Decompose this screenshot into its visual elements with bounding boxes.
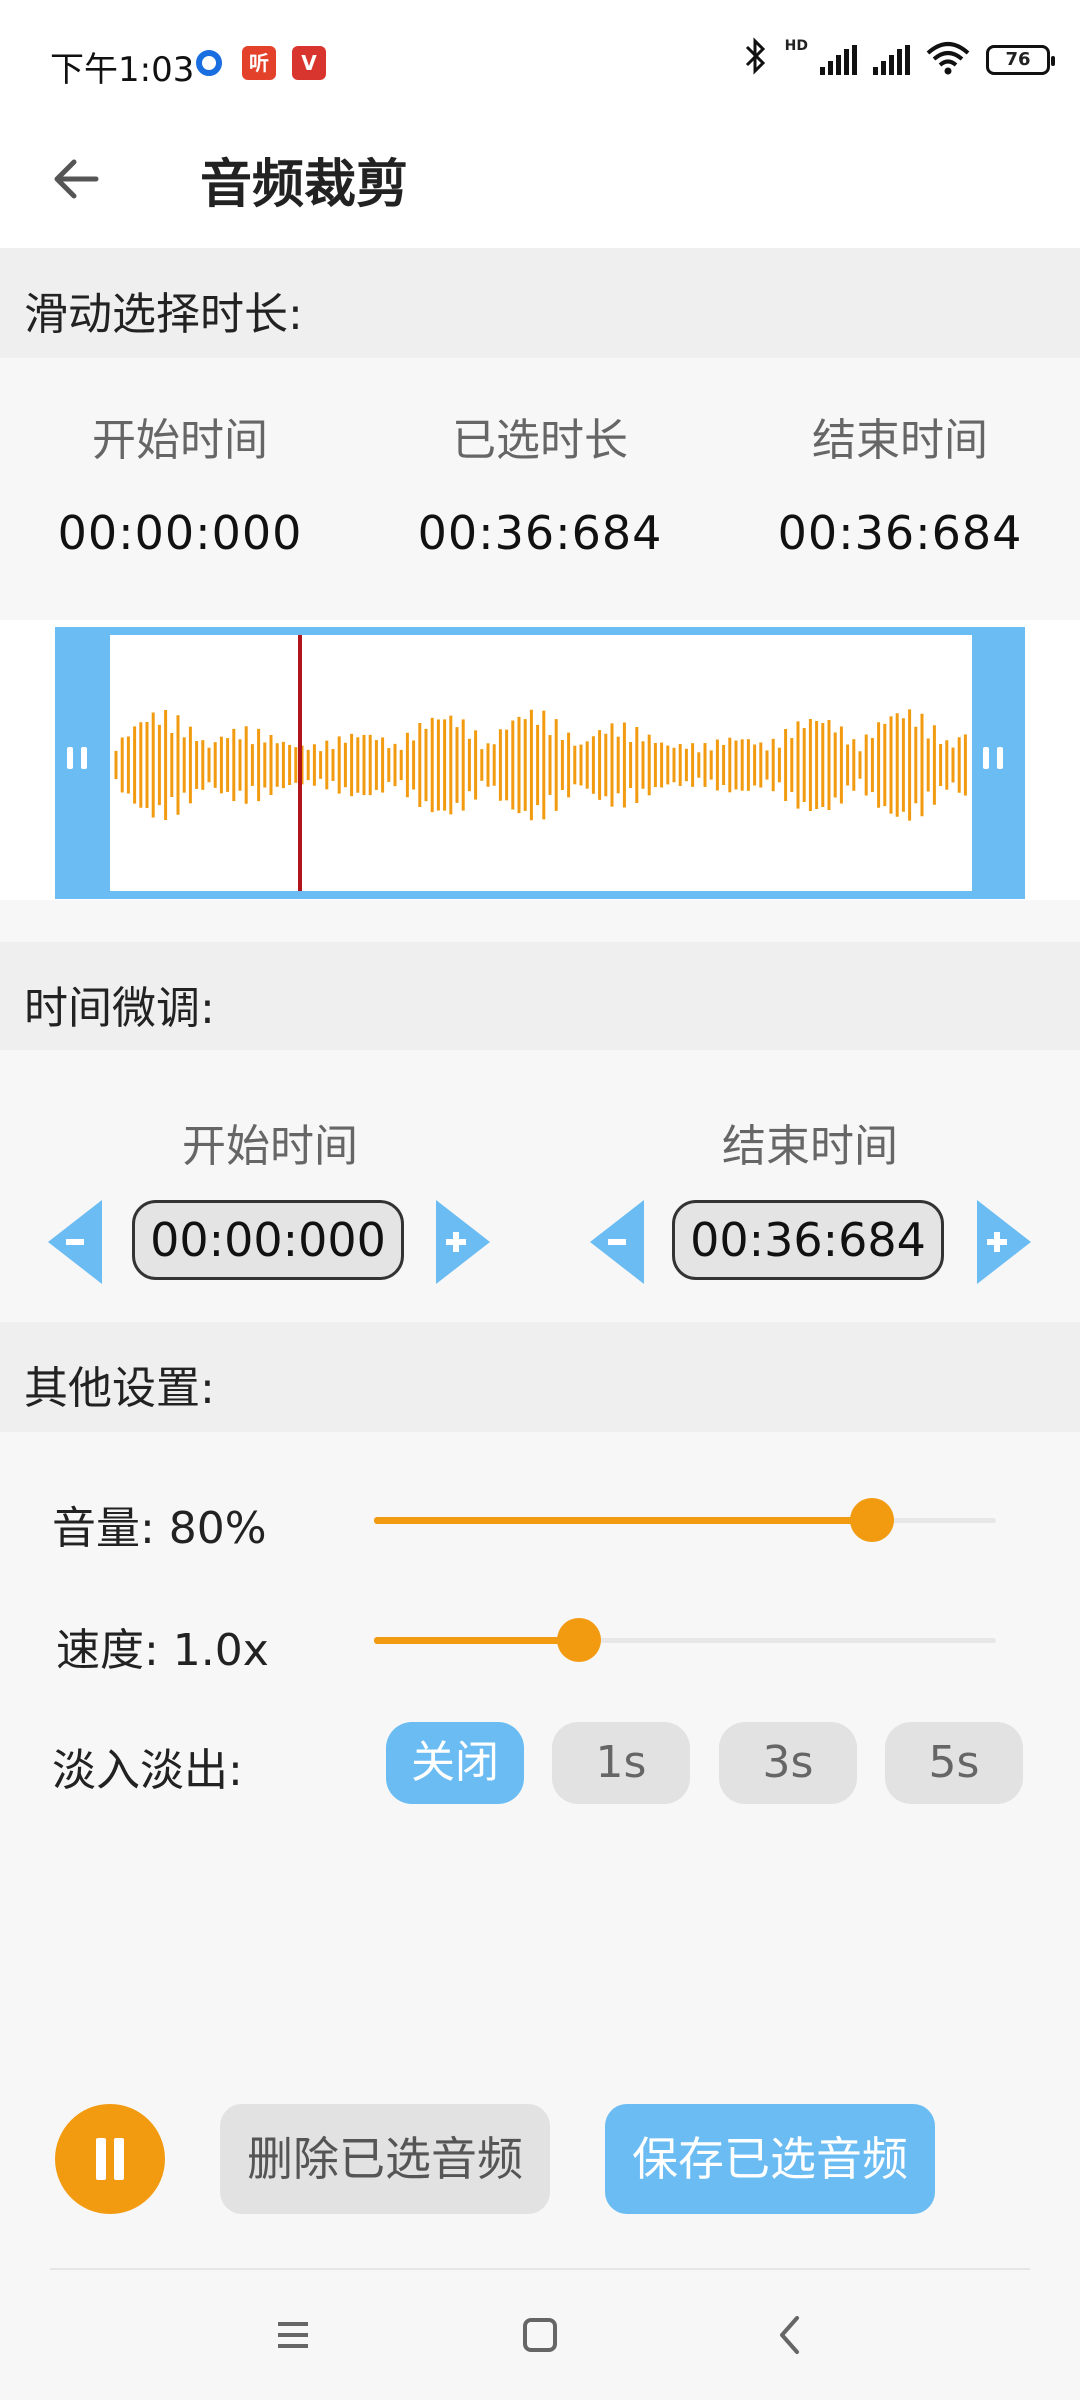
fade-option-5s[interactable]: 5s (885, 1722, 1023, 1804)
fade-option-off[interactable]: 关闭 (386, 1722, 524, 1804)
start-decrease-button[interactable] (48, 1200, 102, 1284)
wifi-icon (926, 41, 970, 79)
finetune-row: 开始时间 结束时间 00:00:000 00:36:684 (0, 1050, 1080, 1320)
square-icon[interactable] (515, 2310, 565, 2360)
right-handle-grip[interactable] (983, 747, 1003, 769)
system-nav-bar (0, 2270, 1080, 2400)
left-handle-grip[interactable] (67, 747, 87, 769)
speed-slider-knob[interactable] (557, 1618, 602, 1662)
status-time: 下午1:03 (50, 50, 195, 90)
end-increase-button[interactable] (977, 1200, 1031, 1284)
selected-duration-label: 已选时长 (452, 415, 628, 466)
waveform-graphic (114, 635, 967, 891)
app-header: 音频裁剪 (0, 120, 1080, 248)
section-range-title: 滑动选择时长: (24, 289, 303, 340)
page-title: 音频裁剪 (200, 155, 409, 215)
waveform-selection-frame[interactable] (55, 627, 1025, 899)
arrow-left-icon[interactable] (44, 144, 114, 214)
volume-slider-fill (374, 1517, 872, 1524)
section-finetune-header: 时间微调: (0, 942, 1080, 1052)
volume-slider-knob[interactable] (849, 1498, 894, 1542)
waveform-panel (0, 620, 1080, 900)
time-summary-row: 开始时间 00:00:000 已选时长 00:36:684 结束时间 00:36… (0, 360, 1080, 620)
selected-duration-value: 00:36:684 (417, 506, 663, 560)
speed-label: 速度: 1.0x (56, 1625, 269, 1676)
end-time-label: 结束时间 (812, 415, 988, 466)
section-other-header: 其他设置: (0, 1322, 1080, 1432)
section-range-header: 滑动选择时长: (0, 248, 1080, 358)
save-selected-button[interactable]: 保存已选音频 (605, 2104, 935, 2214)
battery-icon: 76 (986, 45, 1055, 75)
end-decrease-button[interactable] (590, 1200, 644, 1284)
fade-label: 淡入淡出: (52, 1745, 243, 1796)
end-time-summary: 结束时间 00:36:684 (720, 360, 1080, 560)
end-time-field[interactable]: 00:36:684 (672, 1200, 944, 1280)
signal-icon-2 (873, 45, 910, 75)
start-time-summary: 开始时间 00:00:000 (0, 360, 360, 560)
start-time-label: 开始时间 (92, 415, 268, 466)
finetune-start-label: 开始时间 (182, 1121, 358, 1172)
start-time-value: 00:00:000 (57, 506, 303, 560)
end-time-value: 00:36:684 (777, 506, 1023, 560)
menu-icon[interactable] (268, 2310, 318, 2360)
fade-option-3s[interactable]: 3s (719, 1722, 857, 1804)
chevron-left-icon[interactable] (766, 2310, 816, 2360)
pause-button[interactable] (55, 2104, 165, 2214)
status-bar: 下午1:03 听 V HD 76 (0, 0, 1080, 120)
selected-duration-summary: 已选时长 00:36:684 (360, 360, 720, 560)
waveform-area[interactable] (110, 635, 972, 891)
ting-app-icon: 听 (242, 46, 276, 80)
bluetooth-icon (743, 36, 769, 84)
finetune-end-label: 结束时间 (722, 1121, 898, 1172)
hd-label: HD (784, 38, 808, 54)
volume-label: 音量: 80% (52, 1503, 267, 1554)
fade-option-1s[interactable]: 1s (552, 1722, 690, 1804)
speed-slider-fill (374, 1637, 580, 1644)
signal-icon (820, 45, 857, 75)
start-increase-button[interactable] (436, 1200, 490, 1284)
delete-selected-button[interactable]: 删除已选音频 (220, 2104, 550, 2214)
start-time-field[interactable]: 00:00:000 (132, 1200, 404, 1280)
v-app-icon: V (292, 46, 326, 80)
section-finetune-title: 时间微调: (24, 983, 215, 1034)
section-other-title: 其他设置: (24, 1363, 215, 1414)
app-notification-icon (196, 50, 222, 76)
